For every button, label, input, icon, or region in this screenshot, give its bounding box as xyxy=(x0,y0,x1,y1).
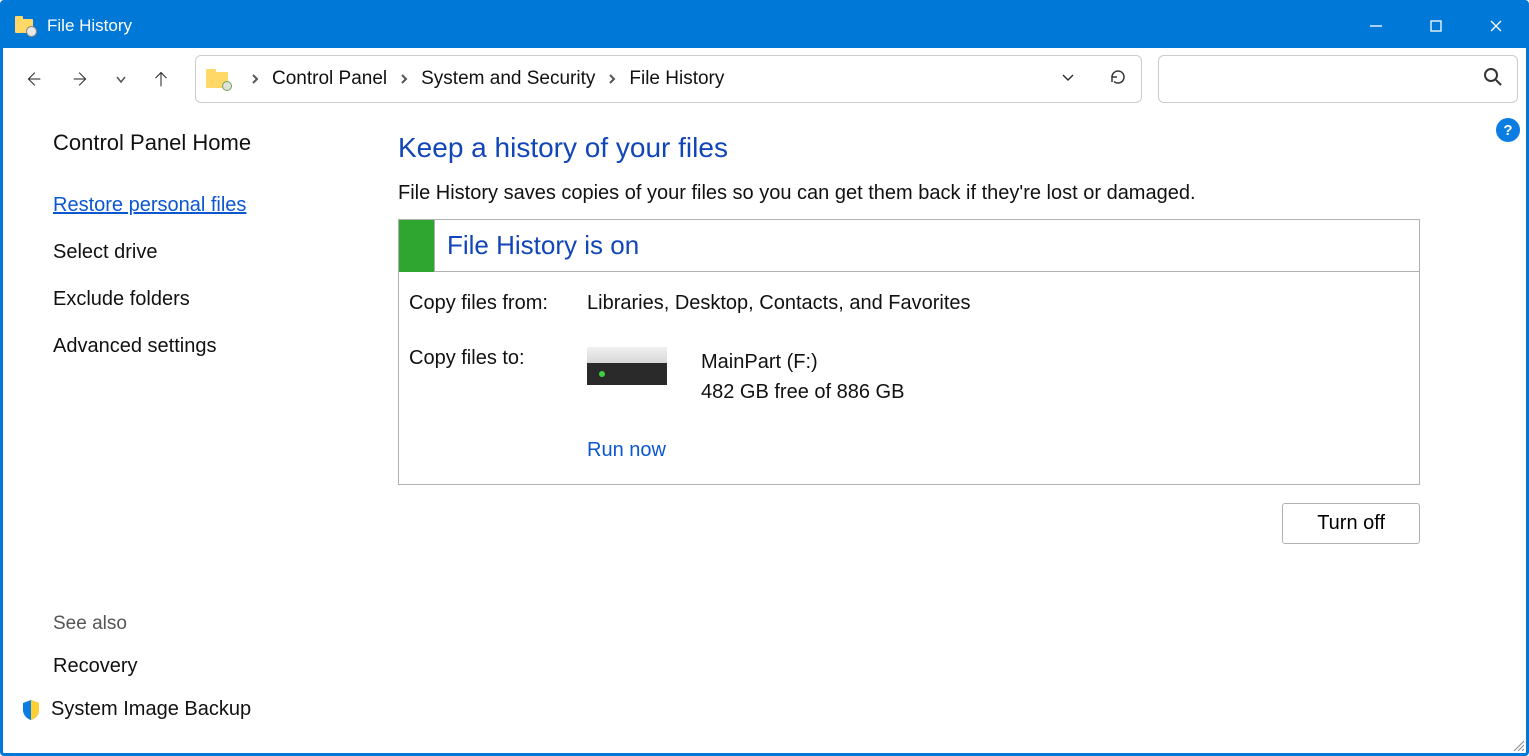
back-button[interactable] xyxy=(11,57,55,101)
drive-space: 482 GB free of 886 GB xyxy=(701,377,904,407)
location-folder-icon xyxy=(206,69,230,89)
chevron-right-icon[interactable] xyxy=(250,74,260,84)
body: Control Panel Home Restore personal file… xyxy=(3,110,1526,753)
search-box[interactable] xyxy=(1158,55,1518,103)
sidebar-system-image-backup[interactable]: System Image Backup xyxy=(53,698,251,721)
chevron-right-icon[interactable] xyxy=(399,74,409,84)
navbar: Control Panel System and Security File H… xyxy=(3,48,1526,110)
sidebar: Control Panel Home Restore personal file… xyxy=(3,110,368,753)
sidebar-recovery[interactable]: Recovery xyxy=(53,655,251,678)
recent-locations-dropdown[interactable] xyxy=(107,72,135,86)
up-button[interactable] xyxy=(139,57,183,101)
page-description: File History saves copies of your files … xyxy=(398,182,1496,205)
sidebar-select-drive[interactable]: Select drive xyxy=(53,241,368,264)
page-heading: Keep a history of your files xyxy=(398,132,1496,164)
breadcrumb-file-history[interactable]: File History xyxy=(627,64,726,94)
control-panel-home-link[interactable]: Control Panel Home xyxy=(53,130,368,156)
sidebar-restore-personal-files[interactable]: Restore personal files xyxy=(53,194,368,217)
minimize-button[interactable] xyxy=(1346,3,1406,48)
breadcrumb-control-panel[interactable]: Control Panel xyxy=(270,64,389,94)
address-bar[interactable]: Control Panel System and Security File H… xyxy=(195,55,1142,103)
refresh-icon[interactable] xyxy=(1105,64,1131,95)
turn-off-button[interactable]: Turn off xyxy=(1282,503,1420,544)
status-panel: File History is on Copy files from: Libr… xyxy=(398,219,1420,485)
drive-name: MainPart (F:) xyxy=(701,347,904,377)
chevron-right-icon[interactable] xyxy=(607,74,617,84)
drive-icon xyxy=(587,347,667,387)
resize-grip[interactable] xyxy=(1510,737,1524,751)
status-header: File History is on xyxy=(399,220,1419,272)
close-button[interactable] xyxy=(1466,3,1526,48)
breadcrumb-system-security[interactable]: System and Security xyxy=(419,64,597,94)
window-title: File History xyxy=(47,16,132,36)
copy-from-label: Copy files from: xyxy=(409,292,587,315)
address-dropdown-icon[interactable] xyxy=(1055,64,1081,95)
copy-to-label: Copy files to: xyxy=(409,347,587,407)
forward-button[interactable] xyxy=(59,57,103,101)
sidebar-advanced-settings[interactable]: Advanced settings xyxy=(53,335,368,358)
status-indicator-icon xyxy=(399,220,435,272)
run-now-link[interactable]: Run now xyxy=(587,439,1409,462)
copy-from-value: Libraries, Desktop, Contacts, and Favori… xyxy=(587,292,971,315)
see-also-header: See also xyxy=(53,613,251,635)
maximize-button[interactable] xyxy=(1406,3,1466,48)
help-icon[interactable]: ? xyxy=(1496,118,1520,142)
main-content: ? Keep a history of your files File Hist… xyxy=(368,110,1526,753)
search-icon[interactable] xyxy=(1483,67,1503,92)
shield-icon xyxy=(21,699,41,721)
status-text: File History is on xyxy=(435,230,639,261)
titlebar: File History xyxy=(3,3,1526,48)
window-controls xyxy=(1346,3,1526,48)
app-folder-history-icon xyxy=(15,15,37,37)
sidebar-exclude-folders[interactable]: Exclude folders xyxy=(53,288,368,311)
